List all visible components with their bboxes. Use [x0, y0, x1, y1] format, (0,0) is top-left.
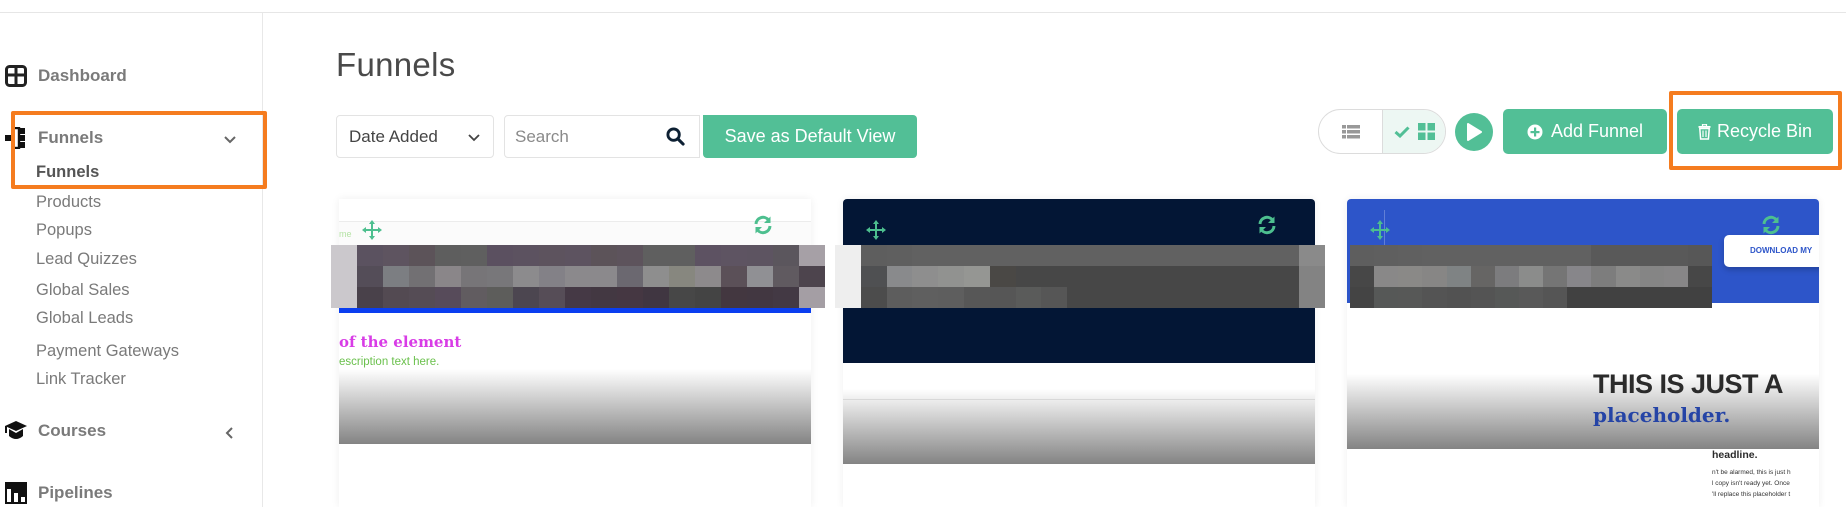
preview-description: escription text here.	[339, 356, 440, 368]
recycle-bin-label: Recycle Bin	[1716, 121, 1813, 141]
sidebar-subitem-funnels[interactable]: Funnels	[36, 163, 99, 182]
card-title-blurred	[835, 245, 1326, 308]
list-icon	[1341, 124, 1360, 138]
sidebar-subitem-global-leads[interactable]: Global Leads	[36, 309, 133, 328]
refresh-icon[interactable]	[753, 215, 773, 235]
pipeline-columns-icon	[5, 482, 27, 504]
sidebar-label: Funnels	[38, 128, 104, 147]
recycle-bin-button[interactable]: Recycle Bin	[1677, 109, 1833, 154]
sidebar-label: Pipelines	[38, 483, 113, 502]
preview-divider	[843, 399, 1315, 400]
sidebar-subitem-products[interactable]: Products	[36, 193, 101, 212]
card-title-blurred	[1350, 245, 1713, 308]
grid-icon	[1417, 123, 1435, 140]
move-icon[interactable]	[1369, 219, 1391, 241]
card-title-blurred	[331, 245, 825, 308]
sort-select-value: Date Added	[349, 126, 438, 146]
sidebar-label: Courses	[38, 421, 107, 440]
play-icon	[1467, 123, 1482, 141]
card-fade	[339, 369, 811, 444]
chevron-down-icon	[468, 134, 480, 142]
preview-body-line: n't be alarmed, this is just h	[1712, 469, 1791, 476]
page-title: Funnels	[336, 46, 456, 83]
sidebar-subitem-lead-quizzes[interactable]: Lead Quizzes	[36, 250, 137, 269]
sitemap-icon	[5, 127, 25, 149]
preview-headline: THIS IS JUST A	[1593, 369, 1784, 399]
top-divider	[0, 12, 1846, 13]
preview-body-line: l copy isn't ready yet. Once	[1712, 480, 1790, 487]
search-input[interactable]	[505, 116, 655, 157]
preview-body-line: 'll replace this placeholder t	[1712, 491, 1791, 498]
sort-select[interactable]: Date Added	[336, 115, 494, 158]
chevron-down-icon	[224, 136, 236, 144]
grid-view-toggle[interactable]	[1382, 110, 1445, 153]
plus-circle-icon	[1527, 124, 1543, 139]
card-fade	[843, 389, 1315, 464]
refresh-icon[interactable]	[1761, 215, 1781, 235]
move-icon[interactable]	[361, 219, 383, 241]
sidebar: Dashboard Funnels Funnels Products Popup…	[0, 13, 263, 507]
graduation-cap-icon	[5, 421, 27, 439]
sidebar-subitem-payment-gateways[interactable]: Payment Gateways	[36, 342, 179, 361]
sidebar-subitem-link-tracker[interactable]: Link Tracker	[36, 370, 126, 389]
dashboard-icon	[5, 65, 27, 87]
play-tutorial-button[interactable]	[1455, 113, 1493, 151]
chevron-left-icon	[225, 427, 233, 439]
preview-heading: of the element	[339, 333, 462, 351]
save-default-view-button[interactable]: Save as Default View	[703, 115, 917, 158]
view-toggle	[1318, 109, 1446, 154]
check-icon	[1394, 125, 1410, 138]
preview-subheadline: placeholder.	[1593, 403, 1731, 427]
sidebar-subitem-global-sales[interactable]: Global Sales	[36, 281, 130, 300]
preview-name-field: me	[339, 221, 811, 246]
sidebar-subitem-popups[interactable]: Popups	[36, 221, 92, 240]
preview-h3: headline.	[1712, 449, 1758, 461]
preview-body: n't be alarmed, this is just h l copy is…	[1712, 467, 1791, 500]
trash-icon	[1698, 123, 1711, 140]
sidebar-label: Dashboard	[38, 66, 127, 85]
refresh-icon[interactable]	[1257, 215, 1277, 235]
list-view-toggle[interactable]	[1319, 110, 1382, 153]
search-icon[interactable]	[666, 127, 685, 146]
preview-cta: DOWNLOAD MY	[1724, 235, 1819, 267]
add-funnel-label: Add Funnel	[1550, 121, 1644, 141]
move-icon[interactable]	[865, 219, 887, 241]
add-funnel-button[interactable]: Add Funnel	[1503, 109, 1667, 154]
search-box	[504, 115, 700, 158]
